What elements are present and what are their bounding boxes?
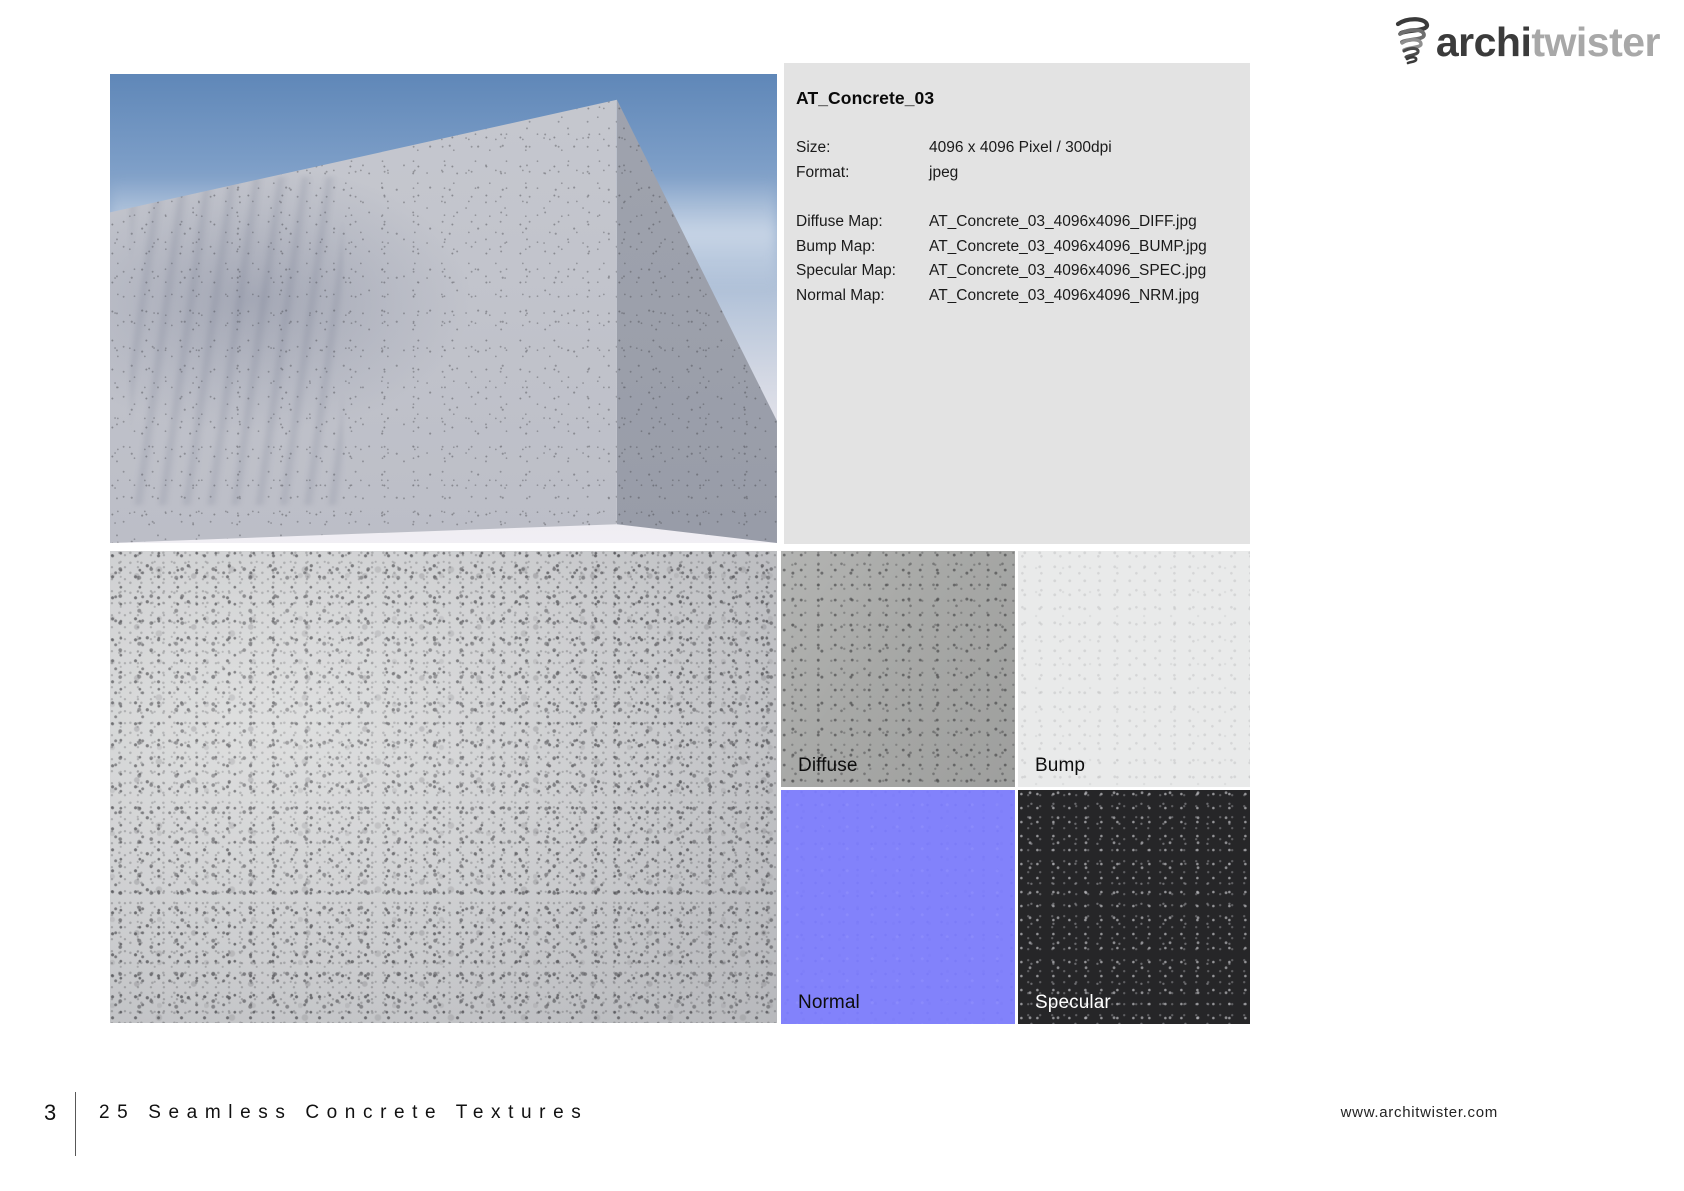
spec-row-diffuse-map: Diffuse Map: AT_Concrete_03_4096x4096_DI… <box>796 210 1207 235</box>
spec-value: AT_Concrete_03_4096x4096_NRM.jpg <box>929 286 1200 304</box>
large-texture-preview <box>110 551 777 1023</box>
normal-map-label: Normal <box>798 992 860 1013</box>
spec-key: Normal Map: <box>796 286 885 304</box>
footer-divider <box>75 1092 76 1156</box>
spiral-twister-icon <box>1395 17 1429 65</box>
bump-map-thumbnail: Bump <box>1018 551 1250 787</box>
spec-value: AT_Concrete_03_4096x4096_BUMP.jpg <box>929 237 1207 255</box>
spec-row-specular-map: Specular Map: AT_Concrete_03_4096x4096_S… <box>796 259 1207 284</box>
diffuse-map-thumbnail: Diffuse <box>781 551 1015 787</box>
spec-row-bump-map: Bump Map: AT_Concrete_03_4096x4096_BUMP.… <box>796 235 1207 260</box>
spec-key: Format: <box>796 163 850 181</box>
texture-title: AT_Concrete_03 <box>796 88 935 108</box>
texture-vignette-layer <box>110 551 777 1023</box>
logo-wordmark: architwister <box>1435 18 1661 65</box>
logo-text-secondary: twister <box>1531 18 1660 65</box>
page-number: 3 <box>44 1100 57 1125</box>
diffuse-noise-layer <box>781 551 1015 787</box>
spec-value: AT_Concrete_03_4096x4096_DIFF.jpg <box>929 213 1197 230</box>
normal-map-thumbnail: Normal <box>781 790 1015 1024</box>
spec-key: Bump Map: <box>796 237 876 255</box>
hero-render-image <box>110 74 777 543</box>
render-slab-left-streaks <box>130 177 344 506</box>
footer-collection-title: 25 Seamless Concrete Textures <box>99 1102 589 1123</box>
bump-noise-layer <box>1018 551 1250 787</box>
spec-key: Diffuse Map: <box>796 213 883 230</box>
spec-row-format: Format: jpeg <box>796 161 1207 186</box>
logo-text-primary: archi <box>1435 18 1532 65</box>
normal-noise-layer <box>781 790 1015 1024</box>
spec-value: AT_Concrete_03_4096x4096_SPEC.jpg <box>929 262 1207 279</box>
spec-row-spacer <box>796 185 1207 210</box>
footer-website-url[interactable]: www.architwister.com <box>1341 1104 1498 1121</box>
spec-key: Specular Map: <box>796 262 896 279</box>
page-footer: 3 25 Seamless Concrete Textures www.arch… <box>0 1086 1684 1191</box>
diffuse-map-label: Diffuse <box>798 755 858 776</box>
spec-row-size: Size: 4096 x 4096 Pixel / 300dpi <box>796 136 1207 161</box>
specular-map-thumbnail: Specular <box>1018 790 1250 1024</box>
spec-key: Size: <box>796 139 831 156</box>
texture-info-panel: AT_Concrete_03 Size: 4096 x 4096 Pixel /… <box>784 63 1250 544</box>
specular-map-label: Specular <box>1035 992 1111 1013</box>
spec-value: 4096 x 4096 Pixel / 300dpi <box>929 139 1112 156</box>
spec-value: jpeg <box>929 163 959 181</box>
spec-row-normal-map: Normal Map: AT_Concrete_03_4096x4096_NRM… <box>796 284 1207 309</box>
bump-map-label: Bump <box>1035 755 1086 776</box>
texture-spec-table: Size: 4096 x 4096 Pixel / 300dpi Format:… <box>796 136 1207 308</box>
specular-noise-layer <box>1018 790 1250 1024</box>
brand-logo: architwister <box>1392 14 1660 70</box>
